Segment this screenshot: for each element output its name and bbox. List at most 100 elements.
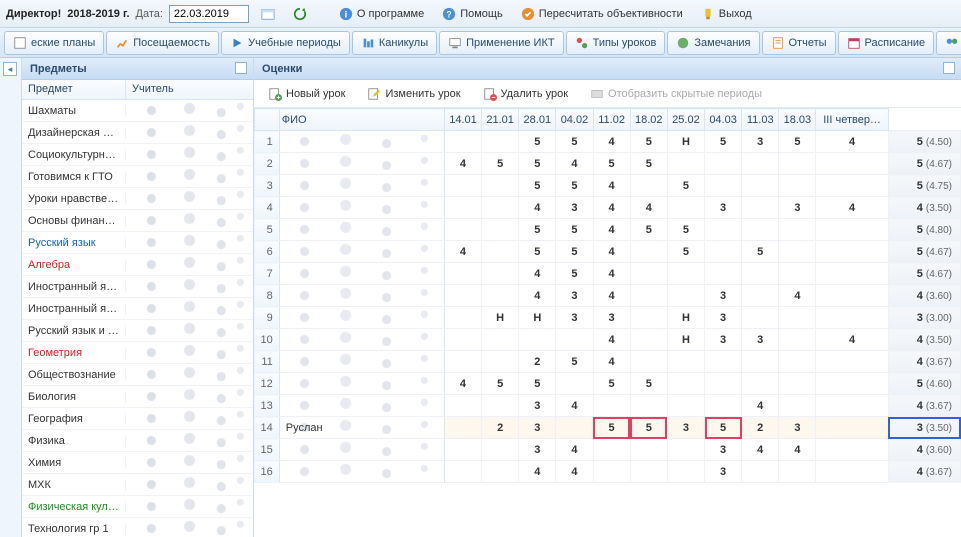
mark-cell[interactable] (444, 131, 481, 153)
subject-row[interactable]: Технология гр 1 (22, 518, 253, 537)
mark-cell[interactable]: 3 (742, 329, 779, 351)
subject-row[interactable]: Химия (22, 452, 253, 474)
mark-cell[interactable] (519, 329, 556, 351)
summary-cell[interactable]: 4 (3.50) (888, 197, 960, 219)
date-input[interactable] (169, 5, 249, 23)
mark-cell[interactable]: 5 (630, 131, 667, 153)
mark-cell[interactable] (482, 329, 519, 351)
nav-holidays[interactable]: Каникулы (352, 31, 437, 55)
mark-cell[interactable]: 4 (816, 197, 888, 219)
subject-row[interactable]: Шахматы (22, 100, 253, 122)
fio-cell[interactable] (279, 175, 444, 197)
mark-cell[interactable] (444, 351, 481, 373)
mark-cell[interactable] (705, 395, 742, 417)
mark-cell[interactable] (556, 417, 593, 439)
mark-cell[interactable]: 5 (742, 241, 779, 263)
mark-cell[interactable]: 5 (556, 241, 593, 263)
mark-cell[interactable] (816, 263, 888, 285)
mark-cell[interactable] (444, 417, 481, 439)
mark-cell[interactable]: 5 (667, 241, 704, 263)
fio-cell[interactable] (279, 307, 444, 329)
mark-cell[interactable]: 4 (556, 395, 593, 417)
summary-cell[interactable]: 5 (4.60) (888, 373, 960, 395)
mark-cell[interactable] (705, 175, 742, 197)
subject-row[interactable]: География (22, 408, 253, 430)
mark-cell[interactable] (630, 461, 667, 483)
mark-cell[interactable] (779, 329, 816, 351)
mark-cell[interactable]: 5 (556, 351, 593, 373)
subject-row[interactable]: Иностранный яз… (22, 276, 253, 298)
mark-cell[interactable] (482, 461, 519, 483)
col-date-header[interactable]: 21.01 (482, 109, 519, 131)
new-lesson-button[interactable]: Новый урок (262, 84, 351, 104)
mark-cell[interactable]: 5 (556, 263, 593, 285)
mark-cell[interactable]: 2 (482, 417, 519, 439)
mark-cell[interactable] (444, 329, 481, 351)
mark-cell[interactable]: 3 (519, 439, 556, 461)
mark-cell[interactable] (779, 461, 816, 483)
mark-cell[interactable]: 5 (556, 131, 593, 153)
mark-cell[interactable]: 3 (779, 417, 816, 439)
col-teacher-header[interactable]: Учитель (126, 80, 253, 99)
mark-cell[interactable]: 5 (667, 219, 704, 241)
summary-cell[interactable]: 5 (4.75) (888, 175, 960, 197)
mark-cell[interactable]: 2 (519, 351, 556, 373)
mark-cell[interactable] (742, 307, 779, 329)
mark-cell[interactable] (556, 373, 593, 395)
fio-cell[interactable]: Руслан (279, 417, 444, 439)
mark-cell[interactable]: 4 (593, 263, 630, 285)
mark-cell[interactable]: 4 (593, 241, 630, 263)
mark-cell[interactable] (779, 263, 816, 285)
mark-cell[interactable] (779, 351, 816, 373)
help-button[interactable]: ?Помощь (436, 4, 509, 24)
mark-cell[interactable] (444, 461, 481, 483)
subject-row[interactable]: Алгебра (22, 254, 253, 276)
mark-cell[interactable] (742, 373, 779, 395)
mark-cell[interactable]: 4 (816, 329, 888, 351)
subject-row[interactable]: Уроки нравстве… (22, 188, 253, 210)
mark-cell[interactable] (742, 285, 779, 307)
grade-row[interactable]: 24554555 (4.67) (255, 153, 961, 175)
mark-cell[interactable]: 3 (519, 417, 556, 439)
mark-cell[interactable] (630, 307, 667, 329)
mark-cell[interactable] (630, 329, 667, 351)
mark-cell[interactable] (482, 351, 519, 373)
mark-cell[interactable]: 4 (593, 285, 630, 307)
mark-cell[interactable] (667, 373, 704, 395)
mark-cell[interactable]: 5 (630, 219, 667, 241)
mark-cell[interactable] (667, 351, 704, 373)
col-date-header[interactable]: 18.03 (779, 109, 816, 131)
date-picker-button[interactable] (255, 4, 281, 24)
mark-cell[interactable] (779, 219, 816, 241)
mark-cell[interactable]: 5 (519, 219, 556, 241)
mark-cell[interactable]: 4 (630, 197, 667, 219)
fio-cell[interactable] (279, 285, 444, 307)
mark-cell[interactable]: 4 (556, 439, 593, 461)
mark-cell[interactable] (816, 175, 888, 197)
fio-cell[interactable] (279, 131, 444, 153)
mark-cell[interactable]: Н (667, 329, 704, 351)
grade-row[interactable]: 15343444 (3.60) (255, 439, 961, 461)
mark-cell[interactable]: Н (667, 131, 704, 153)
mark-cell[interactable]: 4 (816, 131, 888, 153)
nav-notes[interactable]: Замечания (667, 31, 759, 55)
subject-row[interactable]: Основы финанс… (22, 210, 253, 232)
mark-cell[interactable] (444, 219, 481, 241)
mark-cell[interactable] (444, 439, 481, 461)
summary-cell[interactable]: 5 (4.67) (888, 263, 960, 285)
subject-row[interactable]: Готовимся к ГТО (22, 166, 253, 188)
mark-cell[interactable]: 5 (519, 131, 556, 153)
refresh-button[interactable] (287, 4, 313, 24)
mark-cell[interactable] (816, 285, 888, 307)
nav-substitutes[interactable]: Замен (936, 31, 961, 55)
mark-cell[interactable]: 3 (556, 197, 593, 219)
mark-cell[interactable]: 4 (593, 219, 630, 241)
delete-lesson-button[interactable]: Удалить урок (477, 84, 574, 104)
nav-attendance[interactable]: Посещаемость (106, 31, 219, 55)
mark-cell[interactable]: 3 (705, 329, 742, 351)
mark-cell[interactable] (444, 285, 481, 307)
col-fio-header[interactable]: ФИО (279, 109, 444, 131)
mark-cell[interactable]: 5 (593, 417, 630, 439)
mark-cell[interactable] (630, 263, 667, 285)
mark-cell[interactable]: 5 (593, 373, 630, 395)
